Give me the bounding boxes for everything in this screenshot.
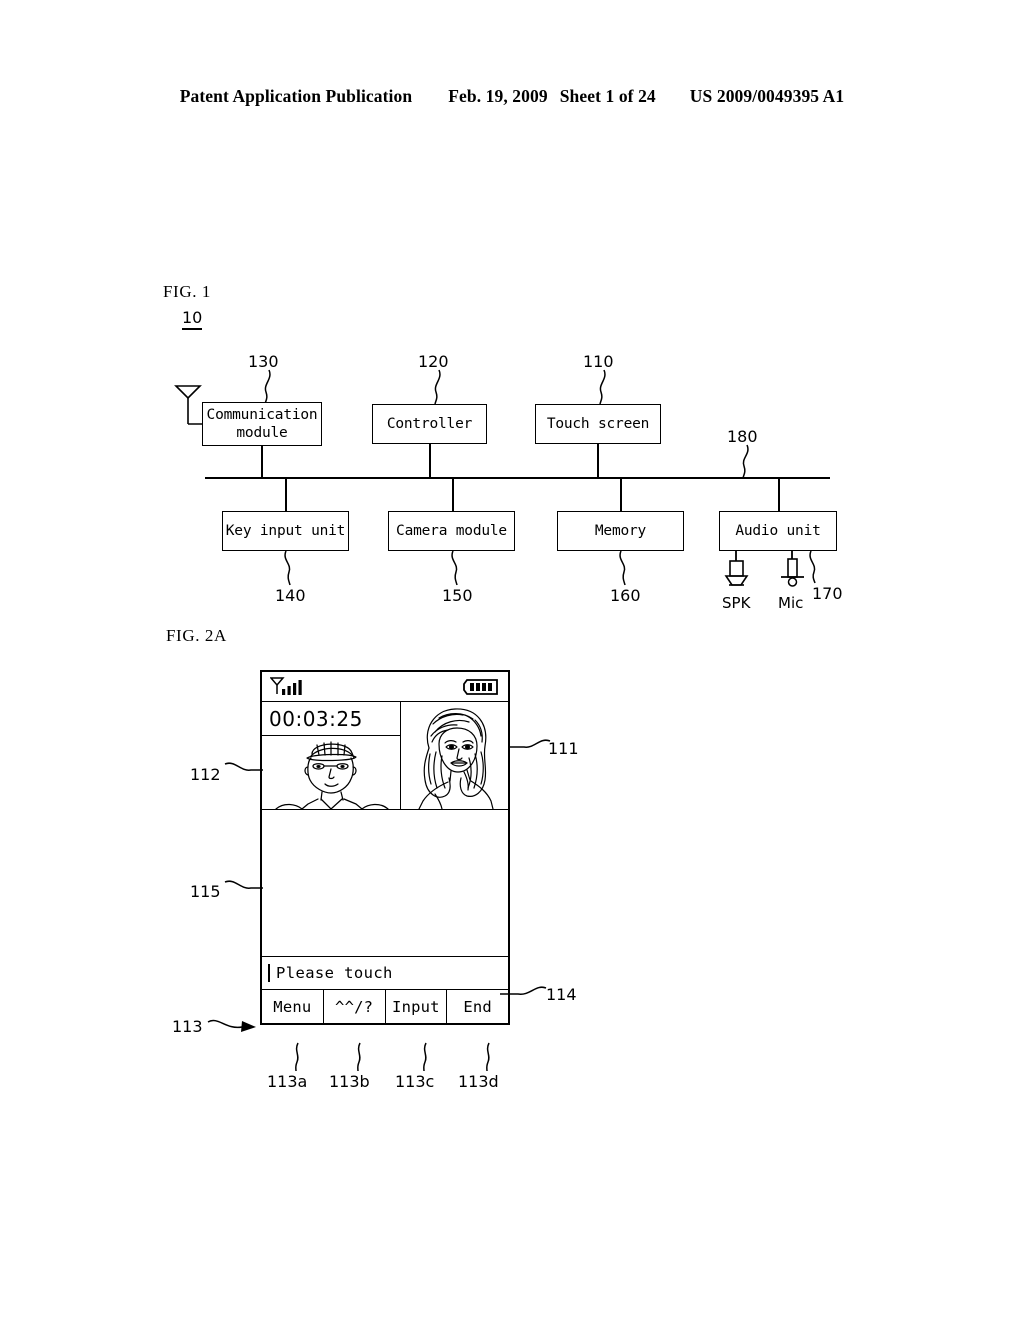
signal-strength-icon bbox=[270, 676, 302, 695]
self-view-image bbox=[262, 736, 400, 809]
microphone-icon bbox=[781, 551, 804, 587]
fig1-ref-160: 160 bbox=[610, 586, 641, 605]
block-communication-module: Communication module bbox=[202, 402, 322, 446]
fig2a-ref-113d: 113d bbox=[458, 1072, 499, 1091]
fig1-ref-140: 140 bbox=[275, 586, 306, 605]
status-bar bbox=[262, 672, 508, 702]
header-patent-number: US 2009/0049395 A1 bbox=[689, 86, 845, 106]
system-bus-line bbox=[205, 477, 830, 479]
fig1-ref-130: 130 bbox=[248, 352, 279, 371]
connector-controller bbox=[429, 444, 431, 477]
fig1-label: FIG. 1 bbox=[163, 282, 211, 301]
block-camera-module: Camera module bbox=[388, 511, 515, 551]
remote-view-image bbox=[401, 702, 508, 809]
block-communication-module-line1: Communication bbox=[206, 406, 318, 423]
speaker-icon bbox=[724, 551, 749, 586]
leader-line-150 bbox=[451, 550, 458, 586]
leader-line-130 bbox=[264, 369, 271, 405]
softkey-input[interactable]: Input bbox=[386, 990, 448, 1023]
block-controller: Controller bbox=[372, 404, 487, 444]
block-key-input-unit: Key input unit bbox=[222, 511, 349, 551]
self-view-pane: 00:03:25 bbox=[262, 702, 401, 809]
header-sheet: Sheet 1 of 24 bbox=[559, 86, 656, 106]
leader-line-113b bbox=[357, 1042, 361, 1072]
fig1-ref-110: 110 bbox=[583, 352, 614, 371]
message-display-area[interactable] bbox=[262, 810, 508, 957]
microphone-label: Mic bbox=[778, 594, 804, 612]
fig2a-ref-114: 114 bbox=[546, 985, 577, 1004]
call-timer: 00:03:25 bbox=[262, 702, 400, 736]
softkey-menu[interactable]: Menu bbox=[262, 990, 324, 1023]
patent-sheet: Patent Application Publication Feb. 19, … bbox=[0, 0, 1024, 1320]
leader-line-114 bbox=[500, 986, 547, 995]
connector-key-input-unit bbox=[285, 477, 287, 511]
fig1-ref-150: 150 bbox=[442, 586, 473, 605]
fig2a-ref-113: 113 bbox=[172, 1017, 203, 1036]
fig2a-label: FIG. 2A bbox=[166, 626, 227, 645]
video-call-area: 00:03:25 bbox=[262, 702, 508, 810]
fig1-ref-170: 170 bbox=[812, 584, 843, 603]
block-communication-module-line2: module bbox=[236, 425, 288, 441]
leader-line-113 bbox=[207, 1019, 256, 1032]
fig1-device-ref: 10 bbox=[182, 308, 203, 330]
woman-with-long-hair-portrait bbox=[418, 708, 494, 809]
block-memory-label: Memory bbox=[594, 522, 647, 539]
leader-line-111 bbox=[508, 739, 551, 748]
connector-communication-module bbox=[261, 446, 263, 477]
speaker-label: SPK bbox=[722, 594, 751, 612]
text-cursor bbox=[268, 964, 270, 982]
connector-touch-screen bbox=[597, 444, 599, 477]
mobile-phone-display: 00:03:25 Please touch Menu ^^/? Input En… bbox=[260, 670, 510, 1025]
leader-line-120 bbox=[434, 369, 441, 405]
fig1-ref-180: 180 bbox=[727, 427, 758, 446]
fig2a-ref-113a: 113a bbox=[267, 1072, 308, 1091]
connector-audio-unit bbox=[778, 477, 780, 511]
leader-line-110 bbox=[599, 369, 606, 405]
leader-line-115 bbox=[224, 880, 263, 889]
softkey-bar: Menu ^^/? Input End bbox=[262, 990, 508, 1023]
block-key-input-unit-label: Key input unit bbox=[225, 522, 346, 539]
fig2a-ref-112: 112 bbox=[190, 765, 221, 784]
fig2a-ref-113b: 113b bbox=[329, 1072, 370, 1091]
man-with-cap-portrait bbox=[275, 741, 389, 809]
connector-camera-module bbox=[452, 477, 454, 511]
header-publication: Patent Application Publication bbox=[179, 86, 413, 106]
fig1-ref-120: 120 bbox=[418, 352, 449, 371]
block-memory: Memory bbox=[557, 511, 684, 551]
leader-line-113a bbox=[295, 1042, 299, 1072]
leader-line-140 bbox=[284, 550, 291, 586]
leader-line-160 bbox=[619, 550, 626, 586]
softkey-end[interactable]: End bbox=[447, 990, 508, 1023]
page-header: Patent Application Publication Feb. 19, … bbox=[0, 86, 1024, 107]
text-input-field[interactable]: Please touch bbox=[262, 957, 508, 990]
leader-line-113d bbox=[486, 1042, 490, 1072]
block-audio-unit-label: Audio unit bbox=[735, 522, 821, 539]
fig2a-ref-113c: 113c bbox=[395, 1072, 435, 1091]
text-input-value: Please touch bbox=[276, 964, 393, 982]
block-controller-label: Controller bbox=[386, 415, 473, 432]
block-touch-screen-label: Touch screen bbox=[546, 415, 650, 432]
fig2a-ref-115: 115 bbox=[190, 882, 221, 901]
connector-memory bbox=[620, 477, 622, 511]
battery-icon bbox=[463, 678, 498, 695]
block-touch-screen: Touch screen bbox=[535, 404, 661, 444]
leader-line-112 bbox=[224, 762, 263, 771]
leader-line-180 bbox=[742, 444, 749, 479]
fig2a-ref-111: 111 bbox=[548, 739, 579, 758]
leader-line-113c bbox=[423, 1042, 427, 1072]
block-camera-module-label: Camera module bbox=[396, 522, 507, 539]
softkey-emoticon[interactable]: ^^/? bbox=[324, 990, 386, 1023]
header-date: Feb. 19, 2009 bbox=[448, 86, 548, 106]
block-audio-unit: Audio unit bbox=[719, 511, 837, 551]
